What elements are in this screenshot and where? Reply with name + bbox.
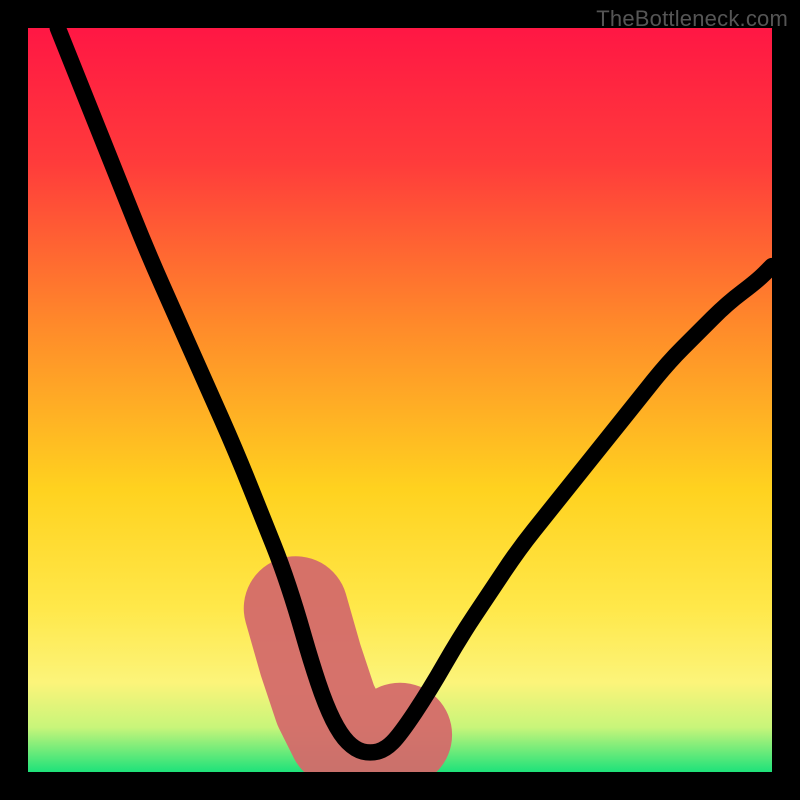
watermark-text: TheBottleneck.com <box>596 6 788 32</box>
chart-frame: TheBottleneck.com <box>0 0 800 800</box>
plot-area <box>28 28 772 772</box>
gradient-background <box>28 28 772 772</box>
bottleneck-plot-svg <box>28 28 772 772</box>
